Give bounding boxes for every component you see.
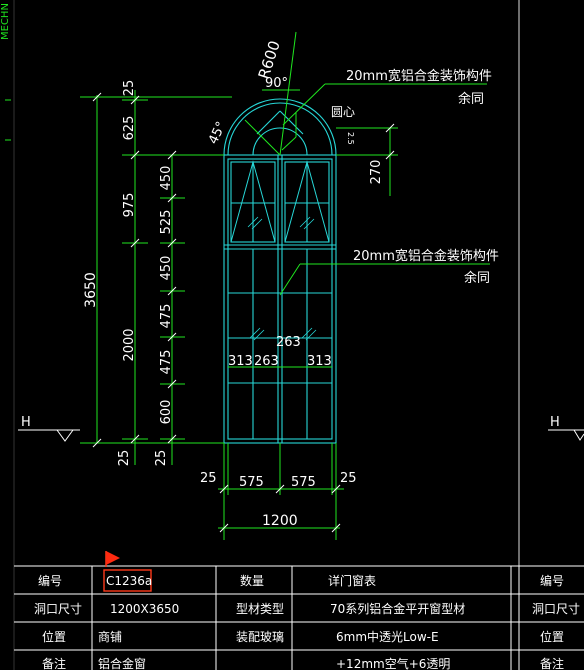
value-opening-size: 1200X3650 bbox=[110, 602, 179, 616]
angle-90: 90° bbox=[265, 76, 288, 91]
label-glazing: 装配玻璃 bbox=[236, 630, 284, 644]
dim-outer-0: 25 bbox=[122, 80, 137, 97]
bottom-half-left: 575 bbox=[239, 475, 264, 490]
note-mid-line2: 余同 bbox=[464, 270, 490, 286]
bottom-half-right: 575 bbox=[291, 475, 316, 490]
label-opening-size-right: 洞口尺寸 bbox=[532, 602, 580, 616]
value-code[interactable]: C1236a bbox=[106, 574, 152, 588]
label-profile-type: 型材类型 bbox=[236, 602, 284, 616]
mullion-dims: 263 313 263 313 bbox=[228, 335, 332, 369]
dim-inner-1: 525 bbox=[159, 210, 174, 235]
arch-radius: R600 bbox=[255, 39, 284, 82]
left-ruler: MECHN bbox=[0, 0, 15, 670]
note-mid-line1: 20mm宽铝合金装饰构件 bbox=[353, 248, 499, 264]
label-code-right: 编号 bbox=[540, 573, 564, 588]
inner-arch bbox=[252, 127, 308, 156]
title-row-1: 洞口尺寸 1200X3650 型材类型 70系列铝合金平开窗型材 洞口尺寸 bbox=[34, 601, 580, 616]
level-marker-left: H bbox=[18, 415, 80, 442]
title-row-0: 编号 C1236a 数量 详门窗表 编号 bbox=[38, 573, 564, 588]
dim-inner-6: 25 bbox=[154, 450, 169, 467]
mullion-mid: 263 bbox=[254, 354, 279, 369]
label-quantity: 数量 bbox=[240, 573, 264, 588]
dim-outer-4: 25 bbox=[117, 450, 132, 467]
dim-inner-0: 450 bbox=[159, 166, 174, 191]
mullion-left: 313 bbox=[228, 354, 253, 369]
level-label-left: H bbox=[21, 415, 31, 430]
dim-inner-5: 600 bbox=[159, 400, 174, 425]
dim-inner-2: 450 bbox=[159, 256, 174, 281]
dim-overall-height: 3650 bbox=[83, 272, 99, 308]
value-remarks: 铝合金窗 bbox=[98, 656, 146, 670]
mullion-right: 313 bbox=[307, 354, 332, 369]
title-row-3: 备注 铝合金窗 +12mm空气+6透明 备注 bbox=[42, 656, 564, 670]
label-opening-size: 洞口尺寸 bbox=[34, 602, 82, 616]
dim-inner-4: 475 bbox=[159, 350, 174, 375]
cad-drawing-canvas[interactable]: MECHN 3650 25 625 975 2000 25 450 525 45… bbox=[0, 0, 584, 670]
dim-arch-right: 270 bbox=[369, 160, 384, 185]
dim-inner-3: 475 bbox=[159, 304, 174, 329]
label-code: 编号 bbox=[38, 573, 62, 588]
angle-45: 45° bbox=[206, 119, 229, 146]
bottom-total: 1200 bbox=[262, 513, 298, 529]
bottom-side-right: 25 bbox=[340, 471, 357, 486]
bottom-dimensions: 25 25 575 575 1200 bbox=[200, 443, 357, 540]
center-note: 圆心 bbox=[331, 105, 355, 119]
label-remarks-right: 备注 bbox=[540, 656, 564, 670]
label-location-right: 位置 bbox=[540, 629, 564, 644]
window-frame bbox=[223, 154, 337, 444]
mullion-center: 263 bbox=[276, 335, 301, 350]
value-location: 商铺 bbox=[98, 629, 122, 644]
title-row-2: 位置 商铺 装配玻璃 6mm中透光Low-E 位置 bbox=[42, 629, 564, 644]
dim-outer-2: 975 bbox=[122, 193, 137, 218]
svg-text:2.5: 2.5 bbox=[346, 132, 355, 145]
outer-arch bbox=[223, 98, 337, 156]
selection-flag[interactable] bbox=[105, 551, 120, 567]
level-marker-right: H bbox=[548, 415, 584, 441]
label-remarks: 备注 bbox=[42, 656, 66, 670]
value-quantity: 详门窗表 bbox=[328, 573, 376, 588]
level-label-right: H bbox=[550, 415, 560, 430]
note-mid: 20mm宽铝合金装饰构件 余同 bbox=[279, 248, 499, 296]
dim-outer-3: 2000 bbox=[122, 328, 137, 361]
value-profile-type: 70系列铝合金平开窗型材 bbox=[330, 601, 465, 616]
title-block bbox=[14, 565, 584, 670]
value-glazing: 6mm中透光Low-E bbox=[336, 629, 439, 644]
arch-annotations: R600 90° 45° 圆心 2.5 270 bbox=[206, 31, 398, 196]
note-top-line1: 20mm宽铝合金装饰构件 bbox=[346, 68, 492, 84]
note-top-line2: 余同 bbox=[458, 91, 484, 107]
window-elevation[interactable] bbox=[223, 98, 337, 444]
ruler-label: MECHN bbox=[0, 3, 11, 40]
value-glazing-2: +12mm空气+6透明 bbox=[336, 656, 450, 670]
bottom-side-left: 25 bbox=[200, 471, 217, 486]
label-location: 位置 bbox=[42, 629, 66, 644]
dim-outer-1: 625 bbox=[122, 116, 137, 141]
